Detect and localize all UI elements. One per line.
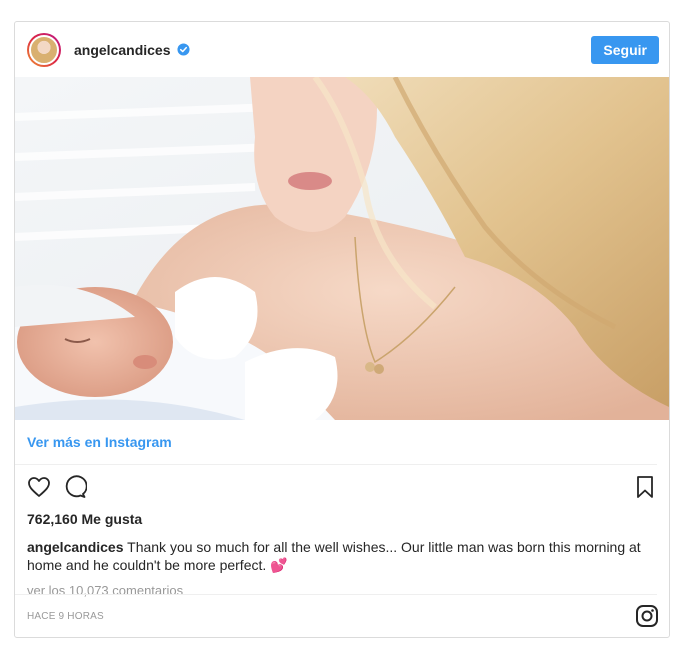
caption: angelcandices Thank you so much for all …	[15, 538, 669, 574]
instagram-embed-card: angelcandices Seguir Ver más en Instagra…	[14, 21, 670, 638]
timestamp[interactable]: Hace 9 horas	[27, 611, 104, 622]
follow-button[interactable]: Seguir	[591, 35, 659, 64]
action-bar	[15, 465, 669, 509]
username-link[interactable]: angelcandices	[74, 42, 171, 58]
view-more-row: Ver más en Instagram	[15, 420, 657, 465]
avatar-image	[29, 34, 59, 65]
post-footer: Hace 9 horas	[15, 594, 659, 637]
caption-username[interactable]: angelcandices	[27, 539, 124, 555]
heart-icon[interactable]	[27, 475, 51, 499]
post-photo[interactable]	[15, 77, 669, 420]
bookmark-icon[interactable]	[633, 475, 657, 499]
caption-emoji: 💕	[270, 557, 288, 573]
instagram-logo-icon[interactable]	[635, 604, 659, 628]
comment-bubble-icon[interactable]	[63, 475, 87, 499]
view-more-link[interactable]: Ver más en Instagram	[27, 434, 172, 450]
likes-count[interactable]: 762,160 Me gusta	[15, 511, 669, 527]
avatar[interactable]	[27, 32, 61, 67]
post-header: angelcandices Seguir	[15, 22, 669, 77]
verified-badge-icon	[176, 43, 190, 56]
post-photo-image	[15, 77, 669, 420]
